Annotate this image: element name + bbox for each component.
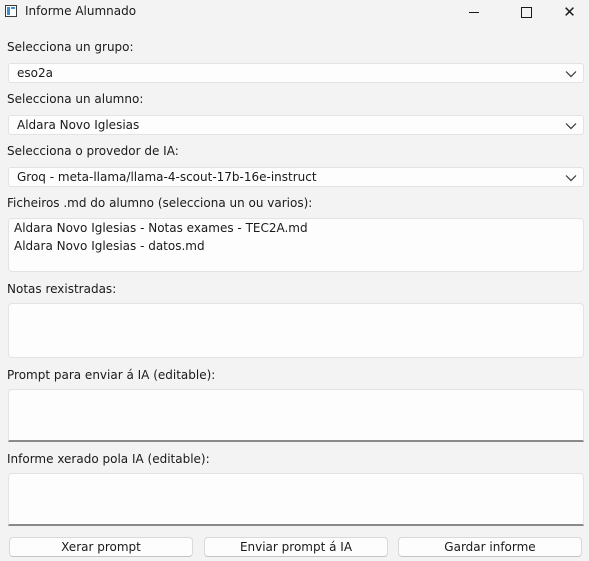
grades-label: Notas rexistradas: — [7, 282, 117, 296]
minimize-icon — [469, 11, 479, 13]
send-prompt-button[interactable]: Enviar prompt á IA — [204, 537, 388, 557]
chevron-down-icon — [565, 71, 577, 78]
app-window-icon — [5, 5, 17, 17]
close-button[interactable]: ✕ — [550, 0, 589, 24]
student-select[interactable]: Aldara Novo Iglesias — [8, 115, 584, 135]
maximize-icon — [520, 6, 532, 18]
group-select[interactable]: eso2a — [8, 63, 584, 83]
close-icon: ✕ — [563, 2, 576, 21]
save-report-button[interactable]: Gardar informe — [398, 537, 582, 557]
student-label: Selecciona un alumno: — [7, 92, 144, 106]
report-textarea[interactable] — [8, 473, 584, 526]
provider-select[interactable]: Groq - meta-llama/llama-4-scout-17b-16e-… — [8, 167, 584, 187]
list-item[interactable]: Aldara Novo Iglesias - Notas exames - TE… — [14, 221, 308, 235]
title-bar: Informe Alumnado ✕ — [0, 0, 589, 24]
provider-label: Selecciona o provedor de IA: — [7, 144, 179, 158]
minimize-button[interactable] — [451, 0, 497, 24]
prompt-textarea[interactable] — [8, 389, 584, 442]
generate-prompt-button[interactable]: Xerar prompt — [9, 537, 193, 557]
files-label: Ficheiros .md do alumno (selecciona un o… — [7, 196, 313, 210]
chevron-down-icon — [565, 175, 577, 182]
window-title: Informe Alumnado — [25, 4, 137, 18]
group-label: Selecciona un grupo: — [7, 40, 134, 54]
group-select-value: eso2a — [17, 66, 53, 80]
grades-textarea[interactable] — [8, 303, 584, 358]
maximize-button[interactable] — [503, 0, 549, 24]
chevron-down-icon — [565, 123, 577, 130]
report-label: Informe xerado pola IA (editable): — [7, 452, 210, 466]
files-list[interactable]: Aldara Novo Iglesias - Notas exames - TE… — [8, 218, 584, 272]
student-select-value: Aldara Novo Iglesias — [17, 118, 140, 132]
prompt-label: Prompt para enviar á IA (editable): — [7, 368, 216, 382]
list-item[interactable]: Aldara Novo Iglesias - datos.md — [14, 239, 205, 253]
provider-select-value: Groq - meta-llama/llama-4-scout-17b-16e-… — [17, 170, 317, 184]
